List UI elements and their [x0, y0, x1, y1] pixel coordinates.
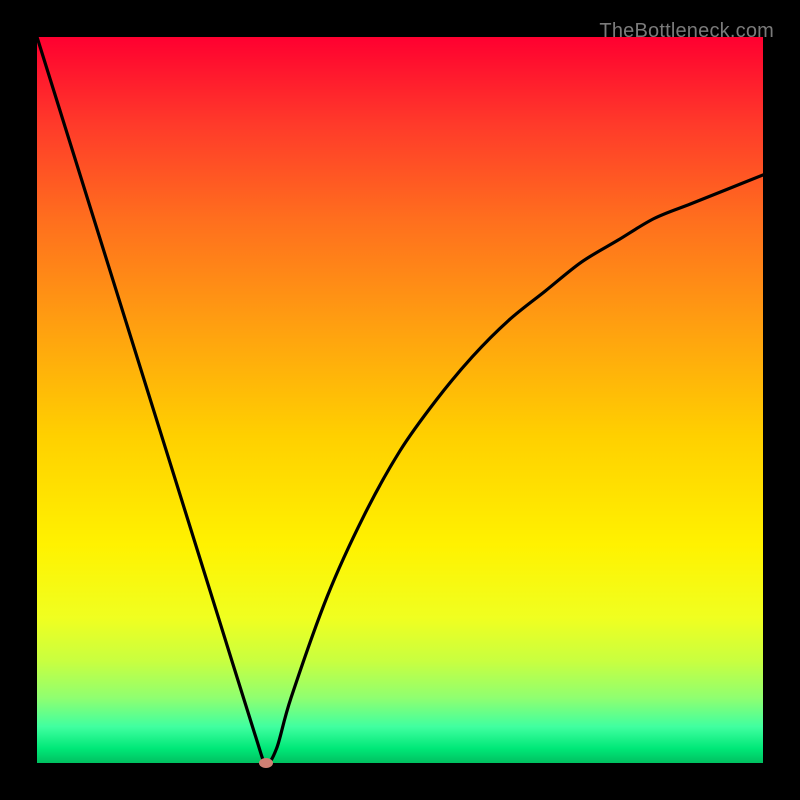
chart-frame: TheBottleneck.com: [20, 20, 780, 780]
optimal-point-marker: [259, 758, 273, 768]
curve-svg: [37, 37, 763, 763]
bottleneck-curve: [37, 37, 763, 763]
plot-area: [37, 37, 763, 763]
